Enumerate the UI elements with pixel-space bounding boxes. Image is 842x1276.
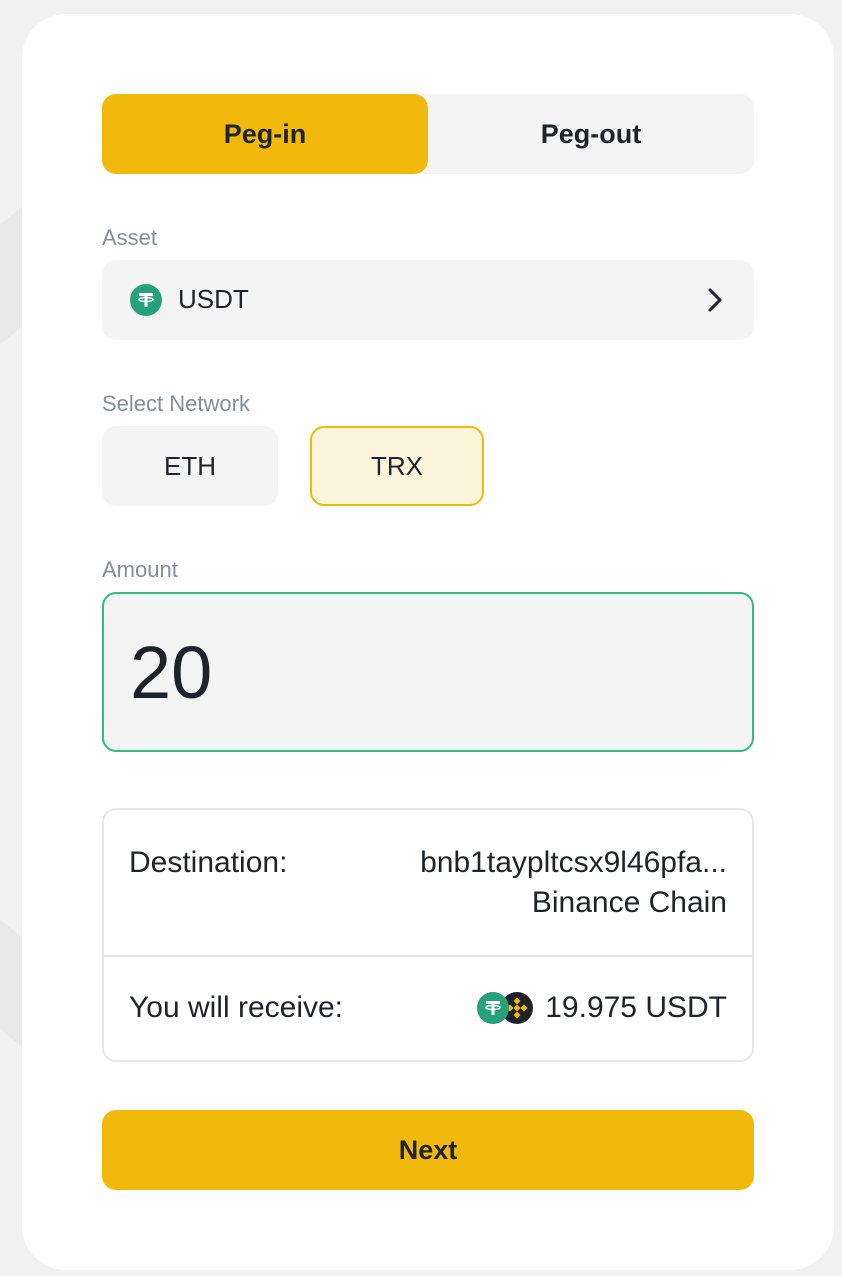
tab-peg-in[interactable]: Peg-in [102,94,428,174]
usdt-icon [477,992,510,1024]
chevron-right-icon [708,288,722,312]
receive-amount: 19.975 USDT [545,991,727,1024]
destination-address: bnb1tayplt­csx9l46pfa... [420,846,727,879]
receive-value: 19.975 USDT [477,990,727,1026]
usdt-icon [130,284,162,316]
amount-field [102,592,754,752]
summary-panel: Destination: bnb1tayplt­csx9l46pfa... Bi… [102,808,754,1062]
tab-peg-out[interactable]: Peg-out [428,94,754,174]
network-option-trx[interactable]: TRX [310,426,484,506]
network-label: Select Network [102,391,250,416]
summary-divider [104,955,752,957]
asset-selector[interactable]: USDT [102,260,754,340]
destination-chain: Binance Chain [531,886,727,919]
amount-input[interactable] [130,624,720,720]
next-button[interactable]: Next [102,1110,754,1190]
peg-toggle: Peg-in Peg-out [102,94,754,174]
network-option-eth[interactable]: ETH [102,426,278,506]
asset-value: USDT [178,284,249,314]
destination-label: Destination: [129,846,288,879]
amount-label: Amount [102,557,178,582]
receive-label: You will receive: [129,991,343,1024]
asset-label: Asset [102,225,158,250]
